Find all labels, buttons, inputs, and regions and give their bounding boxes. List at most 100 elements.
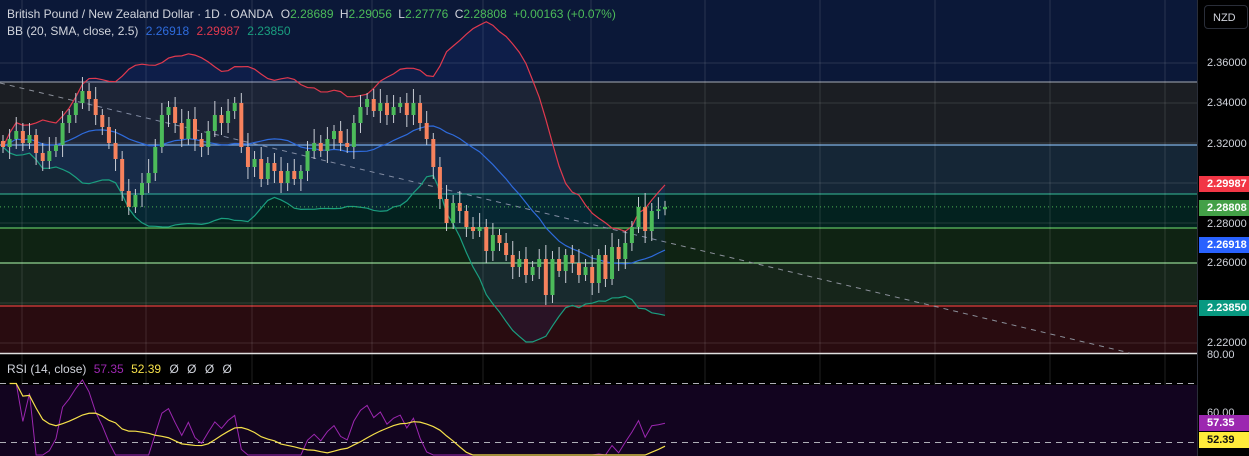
candle-up: [47, 151, 52, 161]
candle-up: [358, 107, 363, 123]
candle-up: [477, 227, 482, 231]
candle-up: [73, 103, 78, 115]
candle-down: [338, 131, 343, 143]
rsi-value: 57.35: [93, 362, 124, 376]
candle-up: [140, 183, 145, 195]
open-value: 2.28689: [290, 7, 334, 21]
change-value: +0.00163 (+0.07%): [513, 7, 616, 21]
candle-down: [543, 259, 548, 295]
candle-down: [431, 139, 436, 167]
candle-up: [629, 227, 634, 243]
candle-down: [40, 153, 45, 161]
price-tick: 2.26000: [1207, 257, 1247, 269]
rsi-ma-badge: 52.39: [1199, 432, 1249, 448]
rsi-tick: 80.00: [1207, 349, 1235, 361]
candle-up: [656, 209, 661, 211]
candle-up: [517, 259, 522, 267]
candle-up: [153, 147, 158, 173]
bb-upper-value: 2.29987: [196, 24, 240, 38]
candle-up: [378, 103, 383, 111]
price-axis[interactable]: NZD 2.36000 2.34000 2.32000 2.28000 2.26…: [1197, 0, 1249, 456]
bb-lower-value: 2.23850: [247, 24, 291, 38]
candle-up: [537, 259, 542, 267]
zone-band: [0, 306, 1197, 353]
candle-up: [490, 235, 495, 251]
candle-down: [576, 263, 581, 275]
rsi-extra: Ø: [169, 362, 179, 376]
candle-up: [649, 211, 654, 231]
candle-up: [159, 115, 164, 147]
candle-down: [444, 199, 449, 223]
candle-down: [557, 259, 562, 271]
candle-up: [451, 203, 456, 223]
candle-down: [93, 99, 98, 115]
candle-up: [312, 143, 317, 151]
candle-down: [219, 115, 224, 123]
high-label: H: [339, 7, 349, 21]
candle-up: [636, 207, 641, 227]
candle-down: [464, 211, 469, 227]
candle-up: [14, 131, 19, 139]
candle-down: [484, 227, 489, 251]
bb-upper-badge: 2.29987: [1199, 176, 1249, 192]
candle-down: [457, 203, 462, 211]
candle-down: [20, 131, 25, 143]
rsi-legend[interactable]: RSI (14, close) 57.35 52.39 Ø Ø Ø Ø: [7, 362, 232, 376]
candle-down: [570, 255, 575, 263]
rsi-badge: 57.35: [1199, 415, 1249, 431]
candle-down: [643, 207, 648, 231]
candle-down: [113, 143, 118, 159]
candle-up: [610, 247, 615, 279]
candle-up: [212, 115, 217, 131]
candle-up: [53, 145, 58, 151]
candle-down: [126, 191, 131, 207]
candle-down: [510, 255, 515, 267]
candle-down: [418, 103, 423, 123]
candle-down: [371, 99, 376, 111]
candle-down: [100, 115, 105, 127]
candle-down: [106, 127, 111, 143]
candle-up: [583, 267, 588, 275]
candle-up: [351, 123, 356, 147]
candle-down: [318, 143, 323, 151]
bb-basis-badge: 2.26918: [1199, 237, 1249, 253]
candle-down: [616, 247, 621, 259]
candle-down: [199, 139, 204, 147]
candle-down: [590, 267, 595, 283]
candle-down: [239, 103, 244, 147]
candle-down: [245, 147, 250, 167]
candle-down: [192, 119, 197, 139]
candle-down: [424, 123, 429, 139]
last-price-badge: 2.28808: [1199, 200, 1249, 216]
candle-down: [272, 163, 277, 171]
bb-basis-value: 2.26918: [145, 24, 190, 38]
candle-down: [173, 107, 178, 123]
candle-up: [67, 115, 72, 123]
bb-lower-badge: 2.23850: [1199, 300, 1249, 316]
candle-down: [523, 259, 528, 275]
bb-label: BB (20, SMA, close, 2.5): [7, 24, 139, 38]
price-tick: 2.34000: [1207, 97, 1247, 109]
rsi-ma-value: 52.39: [131, 362, 162, 376]
candle-up: [166, 107, 171, 115]
low-value: 2.27776: [404, 7, 449, 21]
candle-down: [292, 171, 297, 179]
candle-down: [437, 167, 442, 199]
candle-down: [404, 103, 409, 115]
candle-up: [7, 139, 12, 147]
open-label: O: [280, 7, 291, 21]
high-value: 2.29056: [348, 7, 392, 21]
bb-legend[interactable]: BB (20, SMA, close, 2.5) 2.26918 2.29987…: [7, 24, 291, 38]
candle-up: [325, 139, 330, 151]
rsi-extra: Ø: [204, 362, 215, 376]
candle-up: [398, 103, 403, 107]
currency-button[interactable]: NZD: [1204, 5, 1248, 29]
price-chart[interactable]: [0, 0, 1197, 456]
rsi-background: [0, 385, 1197, 456]
candle-up: [146, 173, 151, 183]
candle-up: [411, 103, 416, 115]
candle-up: [305, 151, 310, 171]
candle-up: [596, 255, 601, 283]
candle-down: [1, 141, 5, 147]
candle-down: [345, 143, 350, 147]
